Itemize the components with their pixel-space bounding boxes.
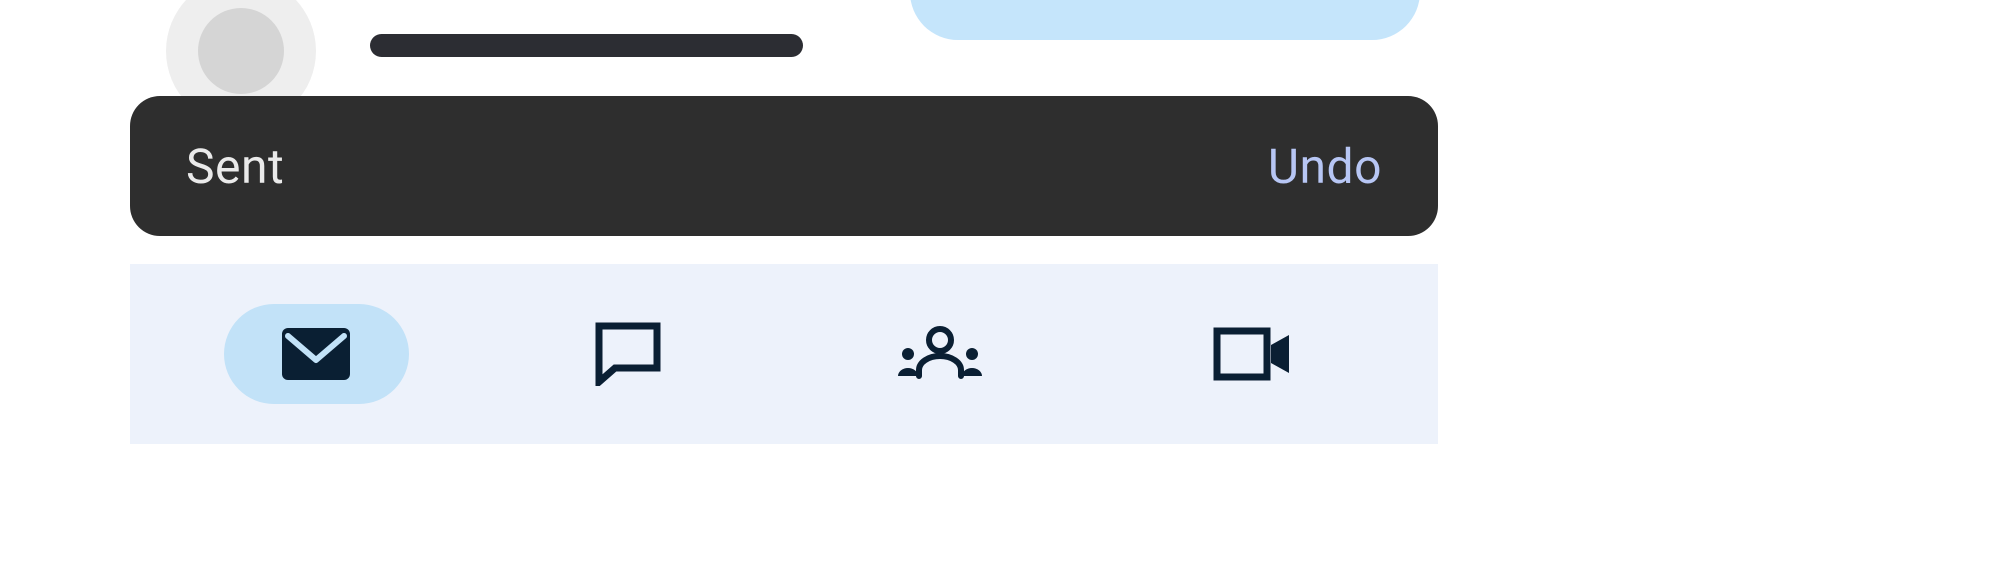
nav-item-spaces[interactable] (784, 304, 1096, 404)
nav-pill (1160, 304, 1345, 404)
nav-item-meet[interactable] (1096, 304, 1408, 404)
chat-icon (595, 322, 661, 386)
video-icon (1213, 327, 1291, 381)
nav-pill (536, 304, 721, 404)
nav-pill-selected (224, 304, 409, 404)
nav-item-mail[interactable] (160, 304, 472, 404)
compose-chip-fragment (910, 0, 1420, 40)
undo-button[interactable]: Undo (1268, 138, 1382, 195)
nav-item-chat[interactable] (472, 304, 784, 404)
avatar-placeholder (198, 8, 284, 94)
people-icon (895, 326, 985, 382)
redacted-subject-line (370, 34, 803, 57)
snackbar-message: Sent (186, 138, 284, 195)
mail-icon (282, 328, 350, 380)
nav-pill (848, 304, 1033, 404)
bottom-navigation (130, 264, 1438, 444)
snackbar: Sent Undo (130, 96, 1438, 236)
